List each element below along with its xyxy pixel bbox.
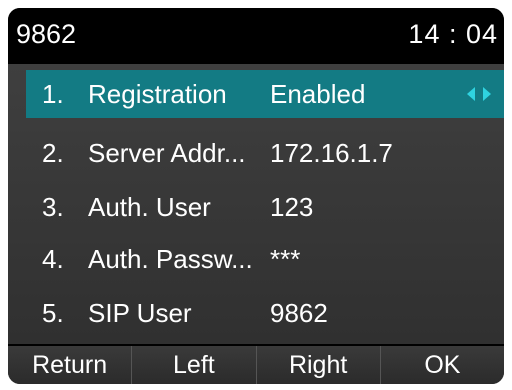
menu-item-label: Server Addr... — [88, 138, 246, 168]
account-number: 9862 — [16, 19, 77, 49]
clock-time: 14 : 04 — [408, 19, 498, 49]
menu-item-label: Registration — [88, 79, 227, 109]
account-settings-menu: 1. Registration Enabled 2. Server Addr..… — [8, 64, 504, 344]
menu-item-label: Auth. Passw... — [88, 244, 253, 274]
status-bar: 9862 14 : 04 — [8, 8, 504, 60]
menu-item-registration[interactable]: 1. Registration Enabled — [26, 70, 504, 118]
menu-item-number: 5. — [42, 298, 64, 328]
menu-item-number: 2. — [42, 138, 64, 168]
menu-item-sip-user[interactable]: 5. SIP User 9862 — [24, 286, 504, 340]
phone-screen: 9862 14 : 04 1. Registration Enabled 2. — [8, 8, 504, 384]
menu-item-number: 4. — [42, 244, 64, 274]
menu-item-auth-password[interactable]: 4. Auth. Passw... *** — [24, 232, 504, 286]
return-softkey[interactable]: Return — [8, 346, 133, 384]
menu-item-number: 1. — [42, 79, 64, 109]
right-softkey[interactable]: Right — [257, 346, 381, 384]
left-softkey[interactable]: Left — [132, 346, 257, 384]
menu-item-label: Auth. User — [88, 192, 211, 222]
phone-bezel: 9862 14 : 04 1. Registration Enabled 2. — [0, 0, 512, 390]
ok-softkey[interactable]: OK — [381, 346, 504, 384]
menu-item-value[interactable]: 123 — [270, 180, 313, 234]
arrow-left-icon[interactable] — [466, 86, 476, 102]
menu-item-label: SIP User — [88, 298, 192, 328]
menu-item-number: 3. — [42, 192, 64, 222]
menu-item-value[interactable]: *** — [270, 232, 300, 286]
option-selector[interactable] — [466, 70, 492, 118]
menu-item-value[interactable]: 172.16.1.7 — [270, 126, 393, 180]
menu-item-server-address[interactable]: 2. Server Addr... 172.16.1.7 — [24, 126, 504, 180]
menu-item-value[interactable]: Enabled — [270, 70, 365, 118]
arrow-right-icon[interactable] — [482, 86, 492, 102]
menu-item-value[interactable]: 9862 — [270, 286, 328, 340]
softkey-bar: Return Left Right OK — [8, 346, 504, 384]
menu-item-auth-user[interactable]: 3. Auth. User 123 — [24, 180, 504, 234]
